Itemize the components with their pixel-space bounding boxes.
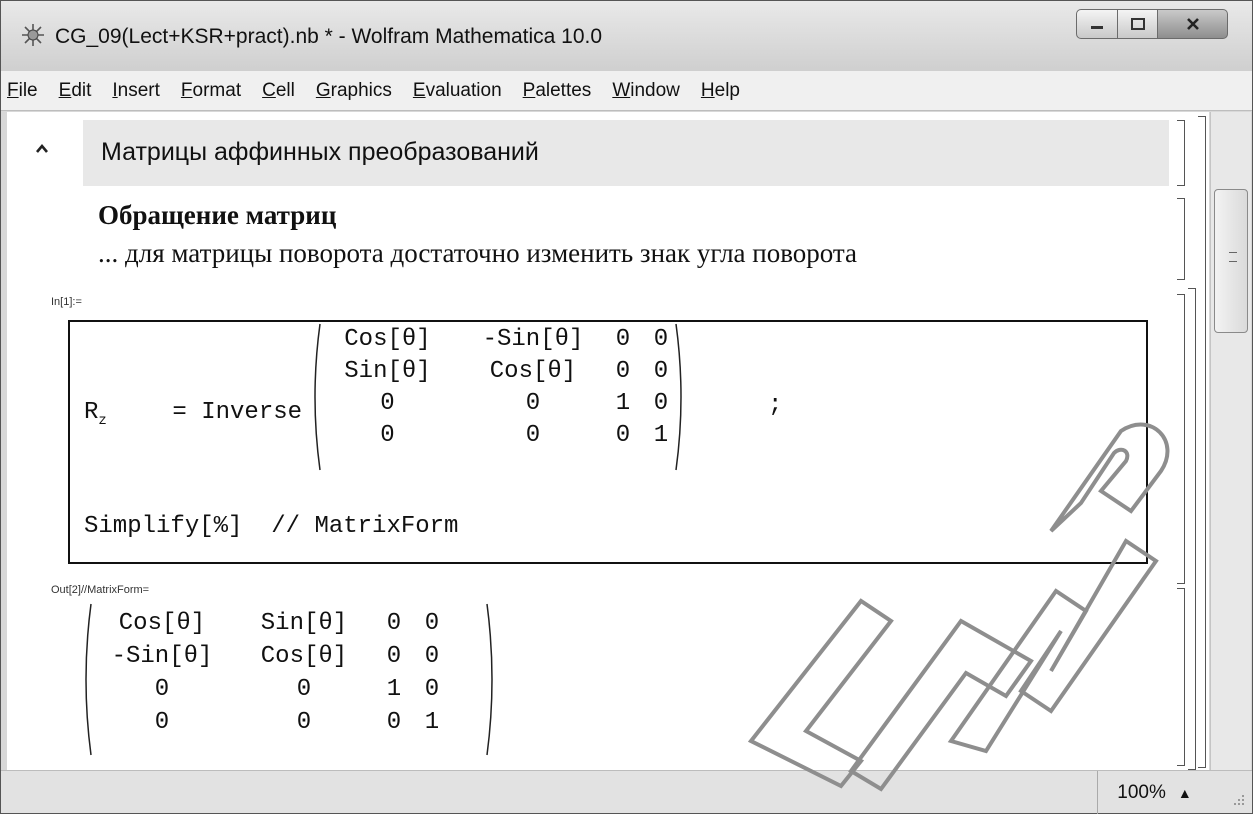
matrix-cell: -Sin[θ] — [482, 326, 584, 353]
menu-file[interactable]: File — [7, 80, 38, 102]
matrix-cell: 0 — [386, 610, 402, 637]
matrix-cell: 0 — [154, 709, 170, 736]
window-title: CG_09(Lect+KSR+pract).nb * - Wolfram Mat… — [55, 25, 603, 48]
menu-cell[interactable]: Cell — [262, 80, 295, 102]
matrix-cell: 0 — [154, 676, 170, 703]
matrix-cell: 0 — [296, 676, 312, 703]
matrix-cell: Cos[θ] — [489, 358, 577, 385]
matrix-cell: 1 — [386, 676, 402, 703]
close-icon — [1186, 18, 1199, 30]
matrix-cell: 0 — [525, 390, 541, 417]
matrix-cell: 0 — [525, 422, 541, 449]
minimize-icon — [1091, 26, 1103, 29]
matrix-cell: Cos[θ] — [118, 610, 206, 637]
window-controls — [1076, 9, 1228, 39]
menu-edit[interactable]: Edit — [59, 80, 92, 102]
matrix-cell: 0 — [424, 610, 440, 637]
zoom-up-arrow-icon[interactable]: ▲ — [1178, 785, 1192, 801]
input-label: In[1]:= — [51, 296, 82, 308]
output-matrix: Cos[θ] Sin[θ] 0 0 -Sin[θ] Cos[θ] 0 0 0 0 1 0 0 0 0 1 — [79, 602, 519, 757]
menu-bar: File Edit Insert Format Cell Graphics Ev… — [1, 71, 1252, 111]
matrix-cell: 0 — [386, 643, 402, 670]
notebook-area[interactable]: Матрицы аффинных преобразований Обращени… — [7, 112, 1209, 770]
menu-insert[interactable]: Insert — [112, 80, 160, 102]
matrix-cell: 0 — [615, 326, 631, 353]
collapse-section-icon[interactable] — [35, 142, 49, 156]
output-label: Out[2]//MatrixForm= — [51, 584, 150, 596]
rz-symbol: Rz — [84, 399, 107, 429]
left-paren — [314, 323, 321, 471]
matrix-cell: -Sin[θ] — [111, 643, 213, 670]
matrix-cell: Sin[θ] — [260, 610, 348, 637]
subsection-title: Обращение матриц — [98, 200, 337, 230]
text-cell: ... для матрицы поворота достаточно изме… — [98, 238, 858, 268]
resize-grip-icon[interactable] — [1232, 793, 1246, 807]
menu-palettes[interactable]: Palettes — [523, 80, 592, 102]
maximize-button[interactable] — [1118, 9, 1158, 39]
scrollbar-thumb[interactable] — [1214, 189, 1248, 333]
matrix-cell: 1 — [615, 390, 631, 417]
cell-bracket-input[interactable] — [1177, 294, 1185, 584]
cell-bracket-group[interactable] — [1188, 288, 1196, 770]
matrix-cell: 0 — [424, 643, 440, 670]
input-matrix: Cos[θ] -Sin[θ] 0 0 Sin[θ] Cos[θ] 0 0 0 0 1 0 0 0 0 1 — [308, 322, 768, 472]
cell-bracket-outer[interactable] — [1198, 116, 1206, 768]
vertical-scrollbar[interactable] — [1210, 112, 1251, 770]
status-bar: 100% ▲ — [1, 770, 1252, 814]
cell-bracket-output[interactable] — [1177, 588, 1185, 766]
left-paren — [85, 603, 92, 756]
input-terminator: ; — [768, 392, 783, 419]
grip-icon — [1229, 252, 1237, 262]
menu-graphics[interactable]: Graphics — [316, 80, 392, 102]
title-bar[interactable]: CG_09(Lect+KSR+pract).nb * - Wolfram Mat… — [1, 1, 1252, 71]
input-cell[interactable]: Rz = Inverse Cos[θ] -Sin[θ] 0 0 Sin[θ] Cos[θ]… — [68, 320, 1148, 564]
minimize-button[interactable] — [1076, 9, 1118, 39]
matrix-cell: Sin[θ] — [344, 358, 431, 385]
maximize-icon — [1130, 18, 1145, 30]
matrix-cell: Cos[θ] — [344, 326, 431, 353]
matrix-cell: 0 — [424, 676, 440, 703]
right-paren — [486, 603, 493, 756]
matrix-cell: 0 — [615, 422, 631, 449]
cell-bracket-section[interactable] — [1177, 120, 1185, 186]
simplify-line: Simplify[%] // MatrixForm — [84, 513, 459, 540]
section-title: Матрицы аффинных преобразований — [101, 138, 539, 166]
menu-help[interactable]: Help — [701, 80, 740, 102]
menu-format[interactable]: Format — [181, 80, 241, 102]
right-paren — [675, 323, 682, 471]
cell-bracket-text[interactable] — [1177, 198, 1185, 280]
matrix-cell: 0 — [380, 422, 395, 449]
matrix-cell: 0 — [615, 358, 631, 385]
matrix-cell: 0 — [296, 709, 312, 736]
close-button[interactable] — [1158, 9, 1228, 39]
matrix-cell: 1 — [653, 422, 669, 449]
matrix-cell: 0 — [386, 709, 402, 736]
matrix-cell: 0 — [653, 390, 669, 417]
mathematica-spikey-icon — [22, 24, 44, 46]
menu-evaluation[interactable]: Evaluation — [413, 80, 502, 102]
inverse-call: = Inverse — [158, 399, 303, 426]
zoom-control[interactable]: 100% ▲ — [1097, 771, 1211, 814]
matrix-cell: 0 — [653, 326, 669, 353]
menu-window[interactable]: Window — [612, 80, 680, 102]
zoom-level: 100% — [1117, 781, 1166, 803]
matrix-cell: Cos[θ] — [260, 643, 348, 670]
matrix-cell: 1 — [424, 709, 440, 736]
matrix-cell: 0 — [380, 390, 395, 417]
section-cell[interactable]: Матрицы аффинных преобразований — [83, 120, 1169, 186]
mathematica-window: CG_09(Lect+KSR+pract).nb * - Wolfram Mat… — [0, 0, 1253, 814]
matrix-cell: 0 — [653, 358, 669, 385]
